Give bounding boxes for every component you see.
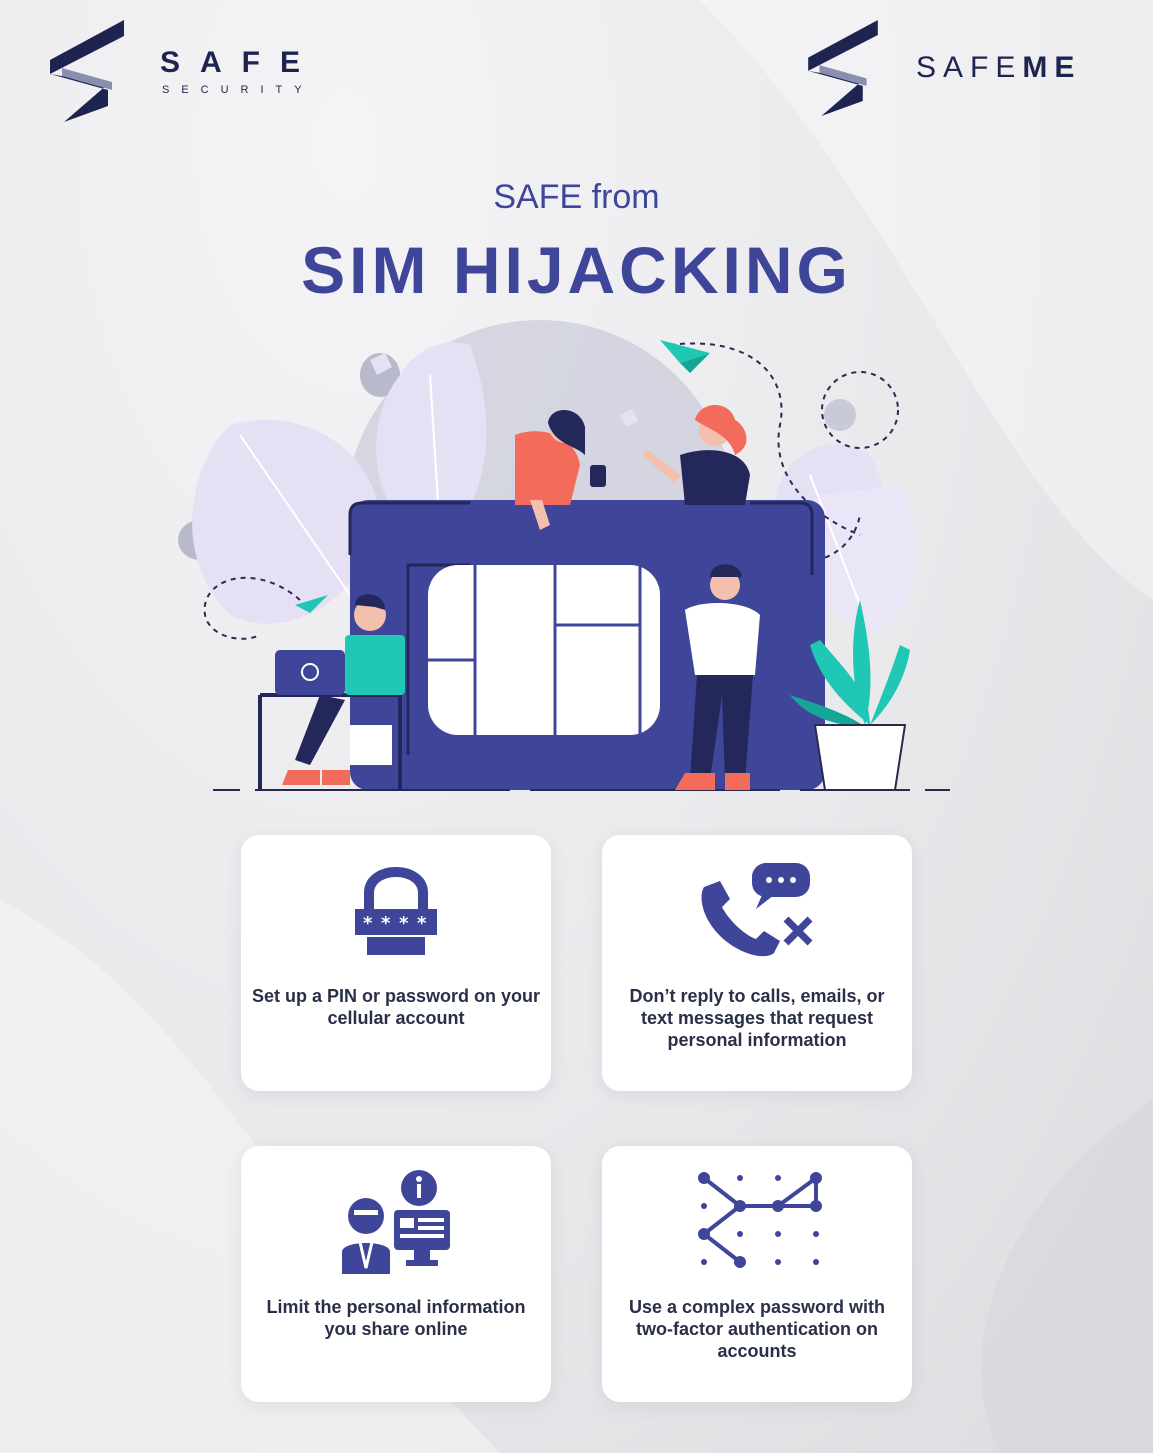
page-subtitle: SAFE from: [493, 178, 660, 216]
page-title: SIM HIJACKING: [301, 233, 852, 307]
tip-card-no-reply: Don’t reply to calls, emails, or text me…: [602, 835, 912, 1091]
tip-text: Use a complex password with two-factor a…: [628, 1297, 886, 1361]
svg-text:*: *: [417, 913, 427, 934]
tip-card-complex-password: Use a complex password with two-factor a…: [602, 1146, 912, 1402]
logo-name-light: SAFE: [916, 51, 1023, 84]
tip-text: Limit the personal information you share…: [266, 1297, 526, 1339]
padlock-password-icon: * * * *: [355, 867, 437, 955]
svg-text:*: *: [399, 913, 409, 934]
decline-call-message-icon: [701, 863, 813, 957]
tip-text: Set up a PIN or password on your cellula…: [251, 986, 541, 1028]
svg-text:*: *: [381, 913, 391, 934]
safe-logo-mark-icon: [50, 20, 124, 122]
pattern-lock-icon: [698, 1172, 822, 1268]
safe-me-logo-mark-icon: [808, 20, 878, 116]
logo-name-bold: ME: [1022, 51, 1082, 84]
safe-me-logo: SAFEME: [806, 20, 1081, 116]
sim-card-illustration: [178, 320, 950, 791]
logo-name: SAFE: [160, 46, 321, 79]
tip-card-limit-info: Limit the personal information you share…: [241, 1146, 551, 1402]
tip-text: Don’t reply to calls, emails, or text me…: [629, 986, 885, 1050]
safe-security-logo: SAFE SECURITY: [48, 20, 320, 122]
logo-tagline: SECURITY: [162, 84, 314, 96]
tip-card-pin: * * * * Set up a PIN or password on your ce…: [241, 835, 551, 1091]
svg-text:*: *: [363, 913, 373, 934]
person-info-screen-icon: [342, 1170, 450, 1274]
